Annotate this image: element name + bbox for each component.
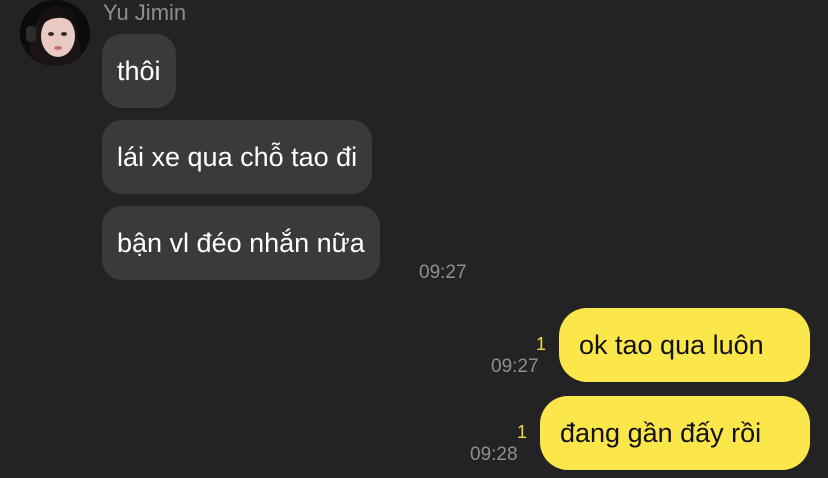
incoming-message[interactable]: lái xe qua chỗ tao đi: [102, 120, 373, 194]
unread-count: 1: [536, 334, 547, 354]
avatar[interactable]: [20, 0, 90, 66]
outgoing-message[interactable]: ok tao qua luôn: [559, 308, 810, 382]
message-timestamp: 09:27: [419, 262, 467, 283]
message-text: ok tao qua luôn: [579, 330, 764, 360]
avatar-photo: [22, 0, 88, 66]
message-text: bận vl đéo nhắn nữa: [117, 228, 365, 258]
unread-count: 1: [517, 422, 528, 442]
message-text: lái xe qua chỗ tao đi: [117, 142, 358, 172]
message-text: thôi: [117, 56, 161, 86]
message-timestamp: 09:27: [491, 356, 539, 377]
chat-thread: Yu Jimin thôi lái xe qua chỗ tao đi bận …: [0, 0, 828, 478]
incoming-message[interactable]: thôi: [102, 34, 176, 108]
incoming-message[interactable]: bận vl đéo nhắn nữa: [102, 206, 380, 280]
outgoing-message[interactable]: đang gần đấy rồi: [540, 396, 810, 470]
sender-name: Yu Jimin: [103, 0, 187, 25]
message-text: đang gần đấy rồi: [560, 418, 762, 448]
message-timestamp: 09:28: [470, 444, 518, 465]
